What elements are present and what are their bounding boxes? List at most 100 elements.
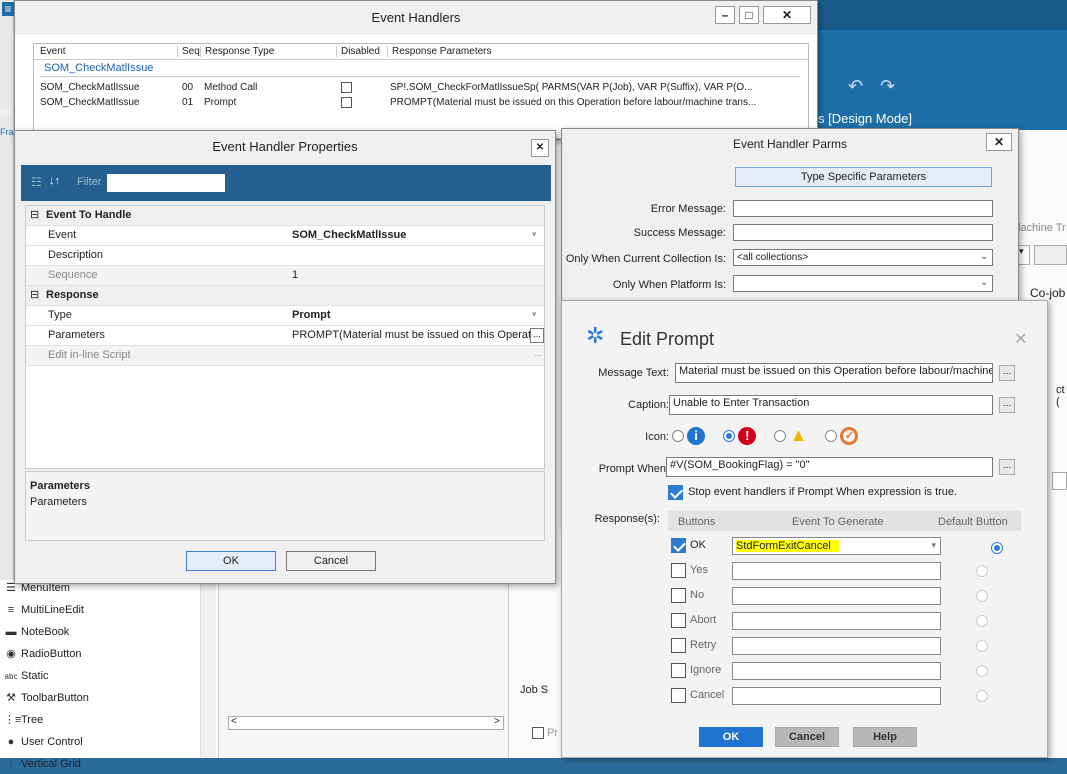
- event-to-generate-input[interactable]: StdFormExitCancel ▾: [732, 537, 941, 555]
- table-row[interactable]: SOM_CheckMatlIssue 00 Method Call SP!.SOM_C…: [34, 82, 808, 96]
- default-button-radio[interactable]: [976, 690, 988, 703]
- chevron-down-icon[interactable]: ▾: [532, 229, 537, 240]
- event-to-generate-input[interactable]: [732, 687, 941, 705]
- ellipsis-button[interactable]: ...: [530, 328, 544, 343]
- response-checkbox[interactable]: [671, 538, 686, 553]
- event-handlers-titlebar[interactable]: Event Handlers: [15, 1, 817, 35]
- collapse-icon[interactable]: ⊟: [30, 288, 39, 301]
- event-to-generate-input[interactable]: [732, 562, 941, 580]
- chevron-down-icon[interactable]: ⌄: [980, 251, 988, 262]
- event-to-generate-input[interactable]: [732, 637, 941, 655]
- properties-close-button[interactable]: ✕: [531, 139, 549, 157]
- message-text-input[interactable]: Material must be issued on this Operatio…: [675, 363, 993, 383]
- col-params[interactable]: Response Parameters: [387, 46, 492, 57]
- col-type[interactable]: Response Type: [200, 46, 274, 57]
- right-box[interactable]: [1052, 472, 1067, 490]
- maximize-button[interactable]: □: [739, 6, 759, 24]
- chevron-down-icon[interactable]: ⌄: [980, 277, 988, 288]
- ellipsis-icon[interactable]: ...: [534, 348, 542, 358]
- row-sequence[interactable]: Sequence 1: [26, 266, 544, 286]
- right-dropdown[interactable]: ▾: [1018, 245, 1030, 265]
- toolbox-item[interactable]: ⋮≡Tree: [4, 710, 43, 730]
- section-response[interactable]: ⊟ Response: [26, 286, 544, 306]
- row-description[interactable]: Description: [26, 246, 544, 266]
- parms-close-button[interactable]: ✕: [986, 133, 1012, 151]
- section-event[interactable]: ⊟ Event To Handle: [26, 206, 544, 226]
- prompt-cancel-button[interactable]: Cancel: [775, 727, 839, 747]
- success-message-input[interactable]: [733, 224, 993, 241]
- disabled-checkbox[interactable]: [341, 97, 352, 108]
- toolbox-item[interactable]: ⁞ Vertical Grid: [4, 754, 80, 774]
- default-button-radio[interactable]: [976, 615, 988, 628]
- platform-select[interactable]: [733, 275, 993, 292]
- response-checkbox[interactable]: [671, 588, 686, 603]
- event-to-generate-input[interactable]: [732, 662, 941, 680]
- event-to-generate-input[interactable]: [732, 612, 941, 630]
- categorize-icon[interactable]: ☷: [31, 175, 42, 189]
- response-checkbox[interactable]: [671, 613, 686, 628]
- error-message-input[interactable]: [733, 200, 993, 217]
- scroll-left-icon[interactable]: <: [231, 716, 237, 727]
- redo-icon[interactable]: ↷: [880, 76, 895, 97]
- row-script[interactable]: Edit in-line Script ...: [26, 346, 544, 366]
- toolbox-item[interactable]: ● User Control: [4, 732, 83, 752]
- properties-titlebar[interactable]: Event Handler Properties: [15, 131, 555, 163]
- default-button-radio[interactable]: [976, 565, 988, 578]
- when-ellipsis-button[interactable]: ...: [999, 459, 1015, 475]
- table-row[interactable]: SOM_CheckMatlIssue 01 Prompt PROMPT(Materia…: [34, 97, 808, 111]
- pr-checkbox[interactable]: Pr: [532, 727, 558, 740]
- response-checkbox[interactable]: [671, 638, 686, 653]
- icon-error-radio[interactable]: [723, 429, 736, 442]
- filter-input[interactable]: [107, 174, 225, 192]
- event-to-generate-input[interactable]: [732, 587, 941, 605]
- col-seq[interactable]: Seq: [177, 46, 200, 57]
- row-event[interactable]: Event SOM_CheckMatlIssue ▾: [26, 226, 544, 246]
- default-button-radio[interactable]: [976, 640, 988, 653]
- row-parameters[interactable]: Parameters PROMPT(Material must be issue…: [26, 326, 544, 346]
- undo-icon[interactable]: ↶: [848, 76, 863, 97]
- col-event[interactable]: Event: [40, 46, 66, 57]
- close-icon[interactable]: ✕: [1014, 329, 1027, 349]
- caption-input[interactable]: Unable to Enter Transaction: [669, 395, 993, 415]
- group-header[interactable]: SOM_CheckMatlIssue: [44, 62, 153, 74]
- toolbox-item[interactable]: ▬ NoteBook: [4, 622, 70, 642]
- response-checkbox[interactable]: [671, 688, 686, 703]
- collection-select[interactable]: <all collections>: [733, 249, 993, 266]
- type-specific-button[interactable]: Type Specific Parameters: [735, 167, 992, 187]
- toolbox-item[interactable]: abc Static: [4, 666, 49, 686]
- default-button-radio[interactable]: [976, 590, 988, 603]
- default-button-radio[interactable]: [991, 541, 1003, 554]
- close-button[interactable]: ✕: [763, 6, 811, 24]
- menu-icon[interactable]: ≡: [2, 2, 14, 16]
- stop-handlers-checkbox[interactable]: Stop event handlers if Prompt When expre…: [668, 485, 957, 500]
- collapse-icon[interactable]: ⊟: [30, 208, 39, 221]
- icon-info-radio[interactable]: [672, 429, 684, 442]
- ok-button[interactable]: OK: [186, 551, 276, 571]
- response-checkbox[interactable]: [671, 563, 686, 578]
- icon-question-radio[interactable]: [825, 429, 838, 442]
- scroll-right-icon[interactable]: >: [494, 716, 500, 727]
- chevron-down-icon[interactable]: ▾: [532, 309, 537, 320]
- message-ellipsis-button[interactable]: ...: [999, 365, 1015, 381]
- icon-warning-radio[interactable]: [774, 429, 787, 442]
- sort-icon[interactable]: ↓↑: [49, 175, 60, 187]
- prompt-help-button[interactable]: Help: [853, 727, 917, 747]
- toolbox-item[interactable]: ⚒ ToolbarButton: [4, 688, 89, 708]
- col-disabled[interactable]: Disabled: [336, 46, 380, 57]
- response-checkbox[interactable]: [671, 663, 686, 678]
- disabled-checkbox[interactable]: [341, 82, 352, 93]
- cancel-button[interactable]: Cancel: [286, 551, 376, 571]
- default-button-radio[interactable]: [976, 665, 988, 678]
- prompt-when-input[interactable]: #V(SOM_BookingFlag) = "0": [666, 457, 993, 477]
- h-scrollbar[interactable]: [228, 716, 504, 730]
- chevron-down-icon[interactable]: ▾: [931, 540, 936, 551]
- toolbox-item[interactable]: ◉ RadioButton: [4, 644, 81, 664]
- caption-ellipsis-button[interactable]: ...: [999, 397, 1015, 413]
- parms-titlebar[interactable]: Event Handler Parms: [562, 129, 1018, 159]
- toolbox-item-label: Static: [21, 670, 49, 682]
- toolbox-item[interactable]: ≡ MultiLineEdit: [4, 600, 84, 620]
- prompt-ok-button[interactable]: OK: [699, 727, 763, 747]
- minimize-button[interactable]: –: [715, 6, 735, 24]
- row-type[interactable]: Type Prompt ▾: [26, 306, 544, 326]
- right-field[interactable]: [1034, 245, 1067, 265]
